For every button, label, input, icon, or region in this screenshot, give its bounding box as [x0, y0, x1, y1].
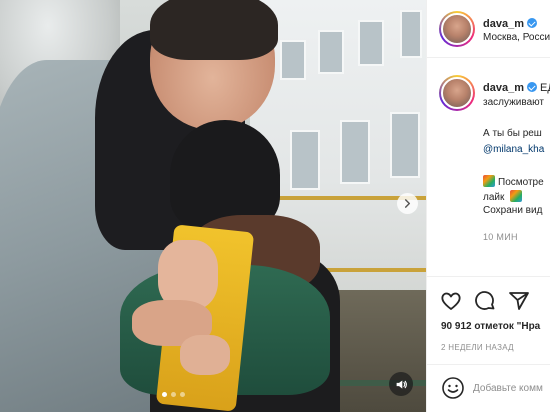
- send-icon: [509, 292, 529, 310]
- caption-timestamp: 10 мин: [483, 232, 518, 242]
- post-location[interactable]: Москва, Россия: [483, 32, 550, 43]
- speaker-icon: [396, 379, 407, 389]
- emoji-icon: [510, 190, 523, 202]
- carousel-dot: [162, 392, 167, 397]
- post-sidebar: dava_m Москва, Россия dava_m ЕД заслужив…: [426, 0, 550, 412]
- carousel-next-button[interactable]: [397, 193, 418, 214]
- smile-icon: [442, 377, 464, 399]
- avatar[interactable]: [439, 11, 475, 47]
- sound-toggle-button[interactable]: [389, 372, 413, 396]
- comment-icon: [475, 291, 495, 310]
- carousel-dot: [171, 392, 176, 397]
- caption-text: заслуживают: [483, 97, 544, 108]
- username-text[interactable]: dava_m: [483, 18, 524, 30]
- caption-text: лайк: [483, 190, 525, 203]
- verified-badge-icon: [526, 82, 537, 92]
- post-header: dava_m Москва, Россия: [427, 0, 550, 58]
- heart-icon: [441, 292, 461, 310]
- girl-beanie: [170, 120, 280, 230]
- carousel-indicator: [162, 392, 185, 397]
- username-text[interactable]: dava_m: [483, 82, 524, 94]
- comment-button[interactable]: [473, 289, 497, 313]
- emoji-picker-button[interactable]: [441, 376, 465, 400]
- caption-text: Посмотре: [483, 175, 544, 188]
- post-media[interactable]: [0, 0, 426, 412]
- mention-link[interactable]: @milana_kha: [483, 144, 544, 155]
- share-button[interactable]: [507, 289, 531, 313]
- likes-count[interactable]: 90 912 отметок "Нра: [441, 321, 540, 332]
- carousel-dot: [180, 392, 185, 397]
- hand: [180, 335, 230, 375]
- post-date: 2 НЕДЕЛИ НАЗАД: [441, 343, 514, 352]
- man-hair: [150, 0, 278, 60]
- caption-text: ЕД: [540, 82, 550, 94]
- caption-username[interactable]: dava_m ЕД: [483, 82, 550, 94]
- emoji-icon: [483, 175, 495, 187]
- comment-bar: [427, 364, 550, 412]
- caption-text: А ты бы реш: [483, 128, 542, 139]
- avatar[interactable]: [439, 75, 475, 111]
- comment-input[interactable]: [473, 378, 550, 398]
- verified-badge-icon: [526, 18, 537, 28]
- caption-text: Сохрани вид: [483, 205, 543, 216]
- like-button[interactable]: [439, 289, 463, 313]
- post-username[interactable]: dava_m: [483, 18, 537, 30]
- chevron-right-icon: [404, 199, 411, 208]
